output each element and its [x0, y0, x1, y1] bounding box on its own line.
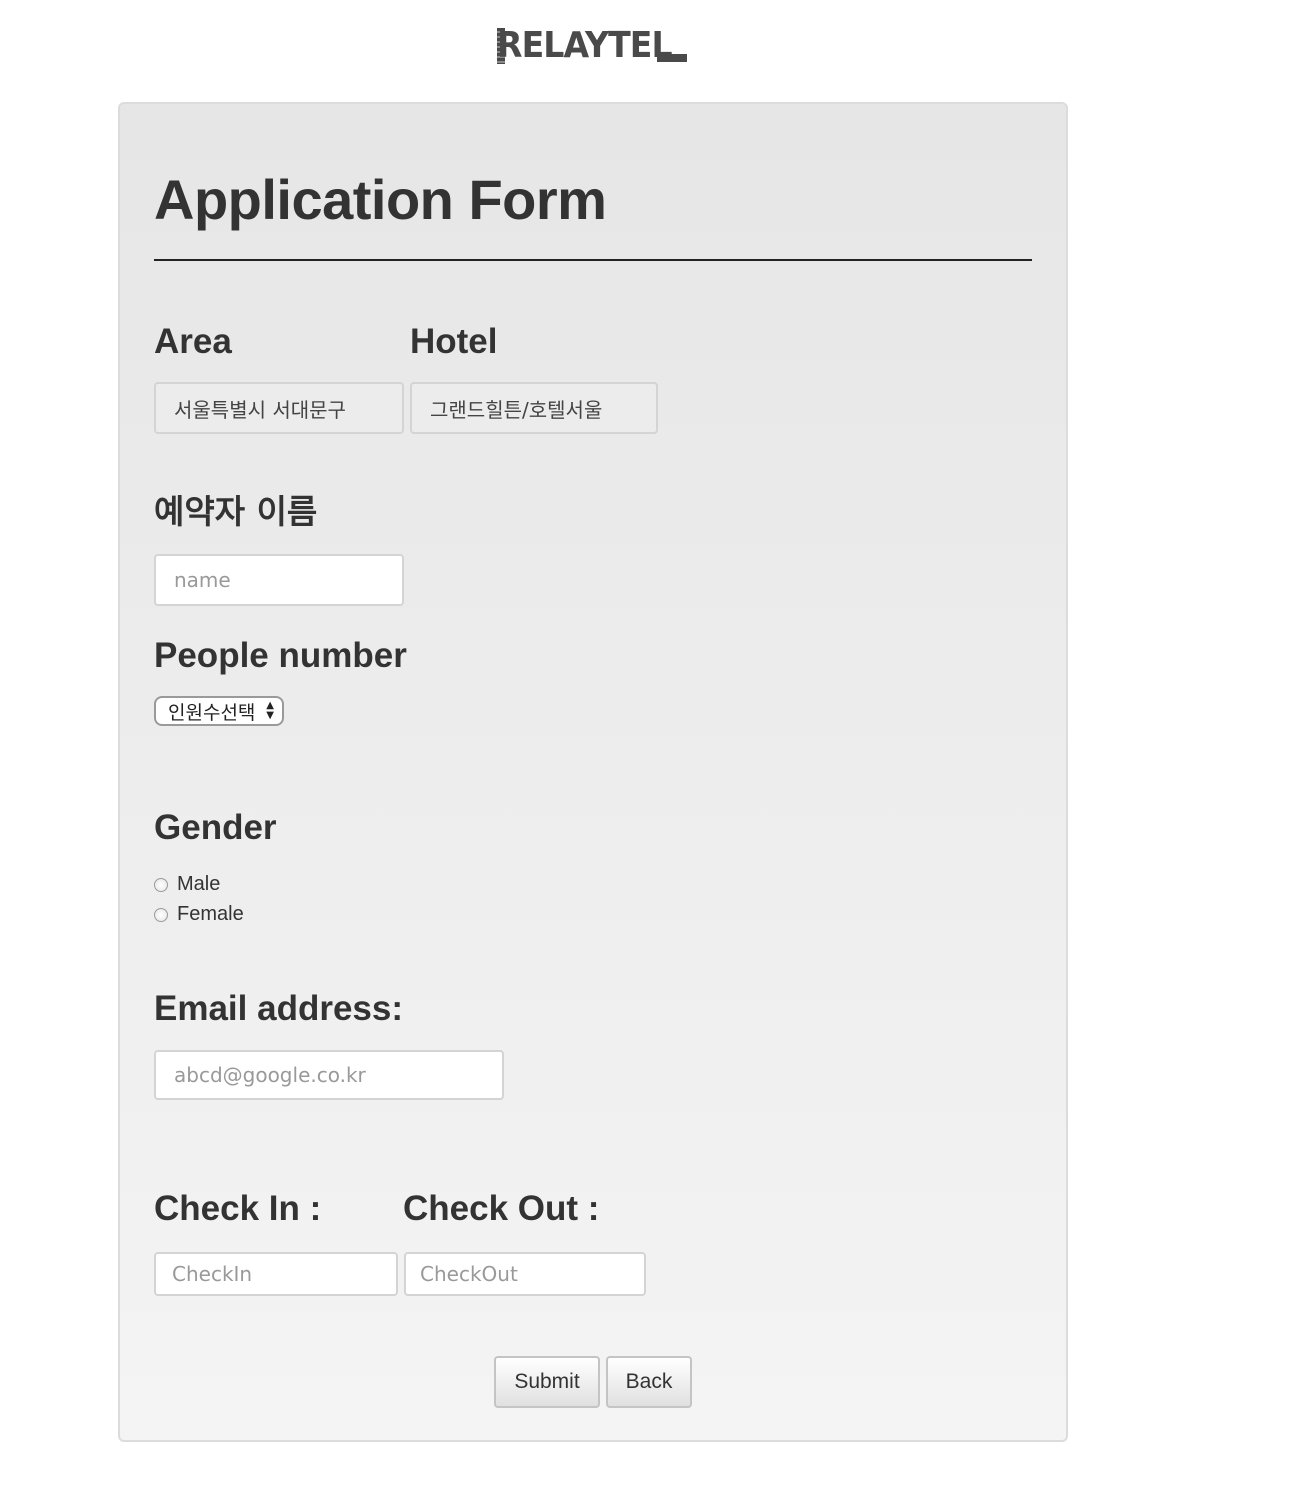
- gender-option-female[interactable]: Female: [154, 903, 244, 926]
- people-number-label: People number: [154, 636, 407, 675]
- back-button[interactable]: Back: [606, 1356, 692, 1408]
- checkout-input[interactable]: [404, 1252, 646, 1296]
- female-radio[interactable]: [154, 907, 168, 922]
- male-radio[interactable]: [154, 877, 168, 892]
- submit-button[interactable]: Submit: [494, 1356, 600, 1408]
- hotel-field[interactable]: [410, 382, 658, 434]
- area-label: Area: [154, 322, 232, 361]
- name-input[interactable]: [154, 554, 404, 606]
- select-arrows-icon: ▲ ▼: [266, 700, 274, 721]
- gender-label: Gender: [154, 808, 277, 847]
- logo-text: RELAYTEL: [497, 25, 673, 66]
- hotel-label: Hotel: [410, 322, 498, 361]
- gender-option-male[interactable]: Male: [154, 873, 220, 896]
- email-label: Email address:: [154, 989, 403, 1028]
- people-number-selected: 인원수선택: [168, 701, 256, 724]
- email-input[interactable]: [154, 1050, 504, 1100]
- male-radio-label: Male: [177, 873, 221, 895]
- title-divider: [154, 259, 1032, 261]
- area-field[interactable]: [154, 382, 404, 434]
- application-form-panel: [118, 102, 1068, 1442]
- female-radio-label: Female: [177, 903, 244, 925]
- reserver-name-label: 예약자 이름: [154, 492, 318, 531]
- checkin-label: Check In :: [154, 1189, 322, 1228]
- page-title: Application Form: [154, 168, 607, 231]
- people-number-select[interactable]: 인원수선택 ▲ ▼: [154, 696, 284, 726]
- logo-base-shape: [657, 54, 687, 62]
- relaytel-logo: RELAYTEL: [497, 18, 689, 66]
- checkin-input[interactable]: [154, 1252, 398, 1296]
- checkout-label: Check Out :: [403, 1189, 600, 1228]
